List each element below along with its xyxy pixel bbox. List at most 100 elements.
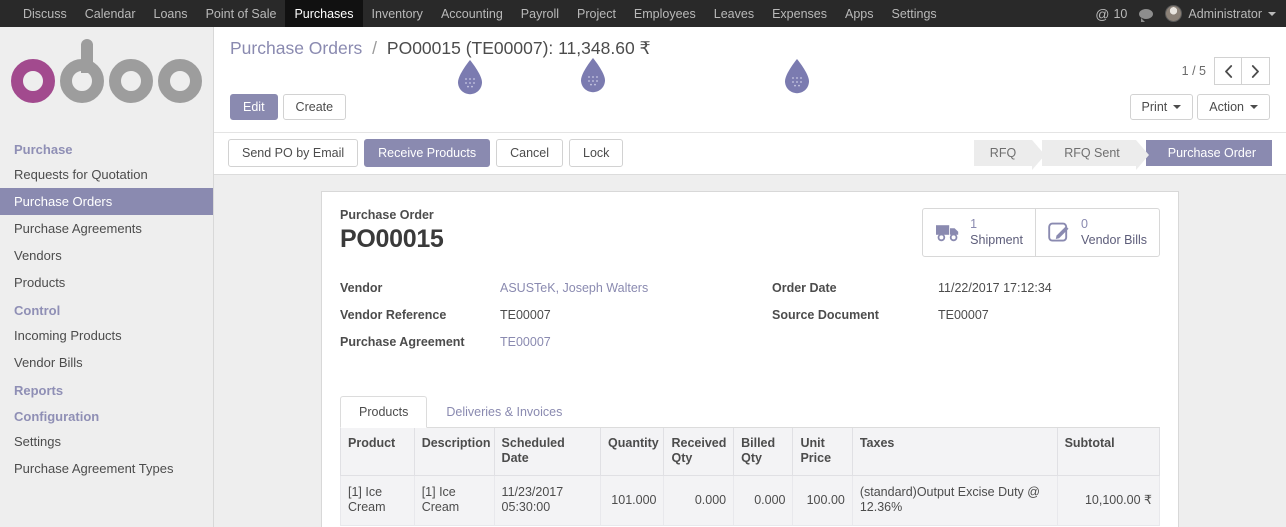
top-menu-item-calendar[interactable]: Calendar xyxy=(76,0,145,27)
status-step-rfq[interactable]: RFQ xyxy=(973,140,1046,170)
edit-button[interactable]: Edit xyxy=(230,94,278,120)
field-label-purchase-agreement: Purchase Agreement xyxy=(340,334,465,349)
workflow-button-cancel[interactable]: Cancel xyxy=(496,139,564,167)
form-title-label: Purchase Order xyxy=(340,208,434,222)
cell-quantity[interactable]: 101.000 xyxy=(600,474,665,527)
workflow-button-send-po-by-email[interactable]: Send PO by Email xyxy=(228,139,359,167)
status-step-rfq-sent[interactable]: RFQ Sent xyxy=(1042,140,1149,170)
column-header-unit-price[interactable]: Unit Price xyxy=(792,427,853,476)
workflow-button-lock[interactable]: Lock xyxy=(569,139,624,167)
field-value-vendor[interactable]: ASUSTeK, Joseph Walters xyxy=(492,281,648,295)
status-step-purchase-order[interactable]: Purchase Order xyxy=(1145,140,1272,166)
column-header-subtotal[interactable]: Subtotal xyxy=(1056,427,1161,476)
chevron-right-icon xyxy=(1251,64,1259,78)
cell-subtotal[interactable]: 10,100.00 ₹ xyxy=(1056,474,1161,527)
tab-deliveries-invoices[interactable]: Deliveries & Invoices xyxy=(427,396,581,428)
chevron-down-icon xyxy=(1268,11,1276,16)
sidebar-item-purchase-agreement-types[interactable]: Purchase Agreement Types xyxy=(0,455,213,482)
sidebar: Purchase Requests for Quotation Purchase O… xyxy=(0,27,214,527)
print-label: Print xyxy=(1141,100,1168,114)
workflow-button-receive-products[interactable]: Receive Products xyxy=(364,139,491,167)
vendor-bills-count: 0 xyxy=(1080,217,1088,231)
shipment-stat-button[interactable]: 1 Shipment xyxy=(923,209,1035,256)
chevron-left-icon xyxy=(1224,64,1232,78)
at-icon: @ xyxy=(1095,5,1110,22)
top-menu-item-leaves[interactable]: Leaves xyxy=(705,0,763,27)
table-header-row: Product Description Scheduled Date Quant… xyxy=(340,427,1161,476)
sidebar-menu: Purchase Requests for Quotation Purchase O… xyxy=(0,135,213,482)
top-menu-item-loans[interactable]: Loans xyxy=(145,0,197,27)
column-header-scheduled-date[interactable]: Scheduled Date xyxy=(493,427,602,476)
messages-icon[interactable] xyxy=(1139,8,1154,22)
pager-next-button[interactable] xyxy=(1242,57,1270,85)
field-label-source-document: Source Document xyxy=(772,307,879,322)
column-header-billed-qty[interactable]: Billed Qty xyxy=(733,427,794,476)
top-menu-item-project[interactable]: Project xyxy=(568,0,625,27)
mentions-count: 10 xyxy=(1113,6,1128,21)
cell-scheduled-date[interactable]: 11/23/2017 05:30:00 xyxy=(493,474,602,527)
sidebar-item-purchase-agreements[interactable]: Purchase Agreements xyxy=(0,215,213,242)
breadcrumb-current-record: PO00015 (TE00007): 11,348.60 ₹ xyxy=(386,38,651,58)
top-menu-item-inventory[interactable]: Inventory xyxy=(363,0,432,27)
shipment-count: 1 xyxy=(970,217,978,231)
pager: 1 / 5 xyxy=(1182,37,1270,85)
top-navigation-bar: Discuss Calendar Loans Point of Sale Purchas… xyxy=(0,0,1286,27)
cell-product[interactable]: [1] Ice Cream xyxy=(340,474,415,527)
notebook-tabs: Products Deliveries & Invoices xyxy=(340,395,1160,428)
top-menu-item-settings[interactable]: Settings xyxy=(882,0,945,27)
action-label: Action xyxy=(1209,100,1244,114)
sidebar-item-vendor-bills[interactable]: Vendor Bills xyxy=(0,349,213,376)
sidebar-item-vendors[interactable]: Vendors xyxy=(0,242,213,269)
vendor-bills-label: Vendor Bills xyxy=(1080,232,1147,247)
column-header-product[interactable]: Product xyxy=(340,427,415,476)
form-title-value: PO00015 xyxy=(340,225,444,253)
control-panel: Purchase Orders / PO00015 (TE00007): 11,… xyxy=(214,27,1286,120)
record-title-block: Purchase Order PO00015 xyxy=(340,208,444,254)
tab-products[interactable]: Products xyxy=(340,395,428,428)
field-value-source-document: TE00007 xyxy=(938,307,989,322)
status-pipeline: RFQ RFQ Sent Purchase Order xyxy=(973,140,1286,170)
logo-letter-o-3 xyxy=(158,59,202,103)
field-value-purchase-agreement[interactable]: TE00007 xyxy=(492,335,551,349)
breadcrumb-separator: / xyxy=(372,38,378,58)
form-sheet: Purchase Order PO00015 1 Shipment 0 Vend… xyxy=(321,191,1179,527)
order-lines-body: [1] Ice Cream [1] Ice Cream 11/23/2017 05:… xyxy=(340,474,1161,527)
table-row[interactable]: [1] Ice Cream [1] Ice Cream 11/23/2017 05:… xyxy=(340,474,1161,527)
vendor-bills-stat-button[interactable]: 0 Vendor Bills xyxy=(1034,209,1159,256)
breadcrumb-purchase-orders[interactable]: Purchase Orders xyxy=(230,38,362,58)
sidebar-item-incoming-products[interactable]: Incoming Products xyxy=(0,322,213,349)
mentions-indicator[interactable]: @ 10 xyxy=(1095,6,1127,22)
topbar-right-tools: @ 10 Administrator xyxy=(1095,0,1286,27)
cell-taxes[interactable]: (standard)Output Excise Duty @ 12.36% xyxy=(851,474,1058,527)
sidebar-item-settings[interactable]: Settings xyxy=(0,428,213,455)
action-dropdown-button[interactable]: Action xyxy=(1197,94,1270,120)
top-menu-item-expenses[interactable]: Expenses xyxy=(763,0,836,27)
sidebar-item-purchase-orders[interactable]: Purchase Orders xyxy=(0,188,213,215)
column-header-description[interactable]: Description xyxy=(413,427,495,476)
form-fields-left: Vendor ASUSTeK, Joseph Walters Vendor Refe… xyxy=(340,281,750,362)
top-menu-item-employees[interactable]: Employees xyxy=(625,0,705,27)
top-menu-item-payroll[interactable]: Payroll xyxy=(512,0,568,27)
breadcrumb: Purchase Orders / PO00015 (TE00007): 11,… xyxy=(230,37,651,59)
form-fields: Vendor ASUSTeK, Joseph Walters Vendor Refe… xyxy=(340,281,1160,362)
create-button[interactable]: Create xyxy=(282,94,347,120)
order-lines-table: Product Description Scheduled Date Quant… xyxy=(340,427,1161,527)
column-header-taxes[interactable]: Taxes xyxy=(851,427,1058,476)
sidebar-item-requests-for-quotation[interactable]: Requests for Quotation xyxy=(0,161,213,188)
sidebar-item-products[interactable]: Products xyxy=(0,269,213,296)
cell-billed-qty[interactable]: 0.000 xyxy=(733,474,794,527)
print-dropdown-button[interactable]: Print xyxy=(1129,94,1194,120)
column-header-quantity[interactable]: Quantity xyxy=(600,427,665,476)
top-menu-item-discuss[interactable]: Discuss xyxy=(14,0,76,27)
user-menu[interactable]: Administrator xyxy=(1165,5,1276,22)
cell-description[interactable]: [1] Ice Cream xyxy=(413,474,495,527)
odoo-logo[interactable] xyxy=(0,27,213,135)
top-menu-item-accounting[interactable]: Accounting xyxy=(432,0,512,27)
cell-unit-price[interactable]: 100.00 xyxy=(792,474,853,527)
column-header-received-qty[interactable]: Received Qty xyxy=(663,427,735,476)
pager-previous-button[interactable] xyxy=(1214,57,1242,85)
top-menu-item-point-of-sale[interactable]: Point of Sale xyxy=(197,0,286,27)
cell-received-qty[interactable]: 0.000 xyxy=(663,474,735,527)
top-menu-item-purchases[interactable]: Purchases xyxy=(285,0,363,27)
top-menu-item-apps[interactable]: Apps xyxy=(836,0,883,27)
